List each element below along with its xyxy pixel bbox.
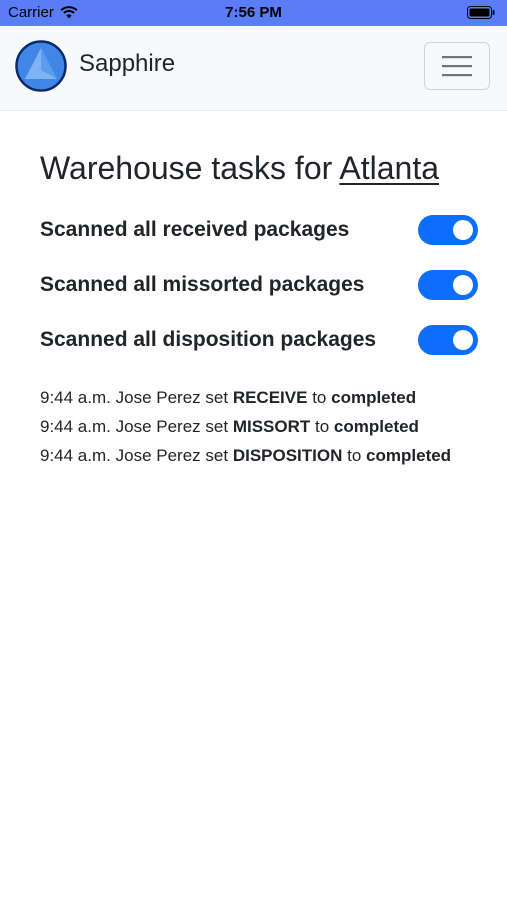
navbar: Sapphire xyxy=(0,26,507,111)
task-list: Scanned all received packages Scanned al… xyxy=(40,204,480,369)
activity-log: 9:44 a.m. Jose Perez set RECEIVE to comp… xyxy=(40,383,480,470)
battery-icon xyxy=(467,6,495,19)
toggle-received[interactable] xyxy=(418,215,478,245)
task-label-received: Scanned all received packages xyxy=(40,218,350,241)
log-entry: 9:44 a.m. Jose Perez set DISPOSITION to … xyxy=(40,441,480,470)
menu-toggle-button[interactable] xyxy=(424,42,490,90)
log-user: Jose Perez xyxy=(115,446,201,465)
log-entry: 9:44 a.m. Jose Perez set MISSORT to comp… xyxy=(40,412,480,441)
log-verb: set xyxy=(205,388,229,407)
page-title-prefix: Warehouse tasks for xyxy=(40,150,333,186)
log-task: RECEIVE xyxy=(232,388,308,407)
toggle-disposition[interactable] xyxy=(418,325,478,355)
log-entry: 9:44 a.m. Jose Perez set RECEIVE to comp… xyxy=(40,383,480,412)
page-title: Warehouse tasks for Atlanta xyxy=(40,148,480,188)
status-time: 7:56 PM xyxy=(225,4,282,21)
status-right xyxy=(467,6,495,23)
hamburger-menu-icon xyxy=(442,56,472,77)
brand-name[interactable]: Sapphire xyxy=(79,50,175,78)
log-time: 9:44 a.m. xyxy=(40,446,111,465)
log-verb: set xyxy=(205,446,229,465)
log-to: to xyxy=(347,446,362,465)
log-time: 9:44 a.m. xyxy=(40,417,111,436)
log-to: to xyxy=(315,417,330,436)
toggle-knob xyxy=(453,220,473,240)
log-task: MISSORT xyxy=(232,417,311,436)
sapphire-logo-icon[interactable] xyxy=(15,40,67,92)
task-label-missorted: Scanned all missorted packages xyxy=(40,273,365,296)
log-status: completed xyxy=(333,417,419,436)
status-bar: Carrier 7:56 PM xyxy=(0,0,507,26)
log-to: to xyxy=(312,388,327,407)
task-label-disposition: Scanned all disposition packages xyxy=(40,328,377,351)
toggle-knob xyxy=(453,275,473,295)
toggle-knob xyxy=(453,330,473,350)
task-row-received: Scanned all received packages xyxy=(40,204,480,259)
log-time: 9:44 a.m. xyxy=(40,388,111,407)
log-user: Jose Perez xyxy=(115,388,201,407)
task-row-disposition: Scanned all disposition packages xyxy=(40,314,480,369)
task-row-missorted: Scanned all missorted packages xyxy=(40,259,480,314)
main-content: Warehouse tasks for Atlanta Scanned all … xyxy=(40,110,480,470)
log-status: completed xyxy=(331,388,417,407)
city-link[interactable]: Atlanta xyxy=(339,150,439,186)
log-verb: set xyxy=(205,417,229,436)
toggle-missorted[interactable] xyxy=(418,270,478,300)
log-task: DISPOSITION xyxy=(232,446,343,465)
log-status: completed xyxy=(366,446,452,465)
log-user: Jose Perez xyxy=(115,417,201,436)
